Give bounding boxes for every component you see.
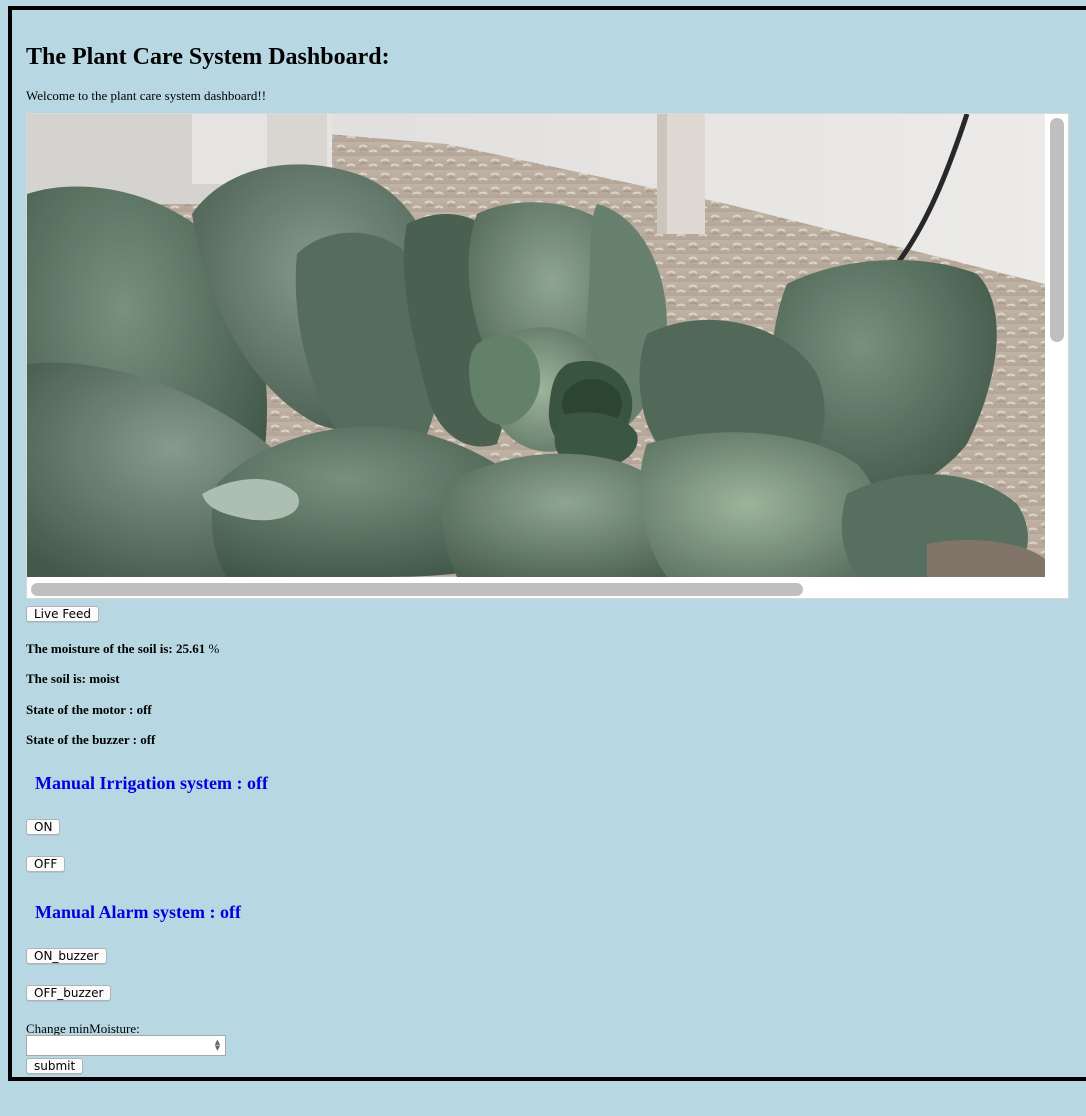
camera-viewport[interactable] bbox=[26, 113, 1069, 599]
min-moisture-label: Change minMoisture: bbox=[26, 1021, 140, 1036]
dashboard-frame: The Plant Care System Dashboard: Welcome… bbox=[8, 6, 1086, 1081]
moisture-unit: % bbox=[208, 641, 220, 656]
live-feed-button[interactable]: Live Feed bbox=[26, 606, 99, 622]
camera-feed-image bbox=[27, 114, 1045, 577]
page-title: The Plant Care System Dashboard: bbox=[26, 44, 390, 70]
soil-value: moist bbox=[89, 671, 120, 686]
horizontal-scrollbar[interactable] bbox=[31, 583, 803, 596]
moisture-status: The moisture of the soil is: 25.61 % bbox=[26, 641, 219, 656]
alarm-off-button[interactable]: OFF_buzzer bbox=[26, 985, 112, 1001]
irrigation-off-button[interactable]: OFF bbox=[26, 856, 66, 872]
number-stepper-icon[interactable]: ▲ ▼ bbox=[213, 1039, 222, 1052]
welcome-text: Welcome to the plant care system dashboa… bbox=[26, 88, 267, 103]
irrigation-heading: Manual Irrigation system : off bbox=[35, 773, 268, 793]
moisture-label: The moisture of the soil is: bbox=[26, 641, 173, 656]
motor-value: off bbox=[136, 702, 152, 717]
buzzer-label: State of the buzzer : bbox=[26, 732, 137, 747]
soil-label: The soil is: bbox=[26, 671, 86, 686]
vertical-scrollbar[interactable] bbox=[1050, 118, 1064, 342]
motor-label: State of the motor : bbox=[26, 702, 134, 717]
submit-button[interactable]: submit bbox=[26, 1058, 84, 1074]
motor-status: State of the motor : off bbox=[26, 702, 152, 717]
alarm-heading: Manual Alarm system : off bbox=[35, 902, 241, 922]
irrigation-on-button[interactable]: ON bbox=[26, 819, 61, 835]
buzzer-status: State of the buzzer : off bbox=[26, 732, 155, 747]
buzzer-value: off bbox=[140, 732, 156, 747]
min-moisture-input[interactable] bbox=[26, 1035, 226, 1056]
moisture-value: 25.61 bbox=[175, 641, 206, 656]
soil-status: The soil is: moist bbox=[26, 671, 120, 686]
alarm-on-button[interactable]: ON_buzzer bbox=[26, 948, 107, 964]
